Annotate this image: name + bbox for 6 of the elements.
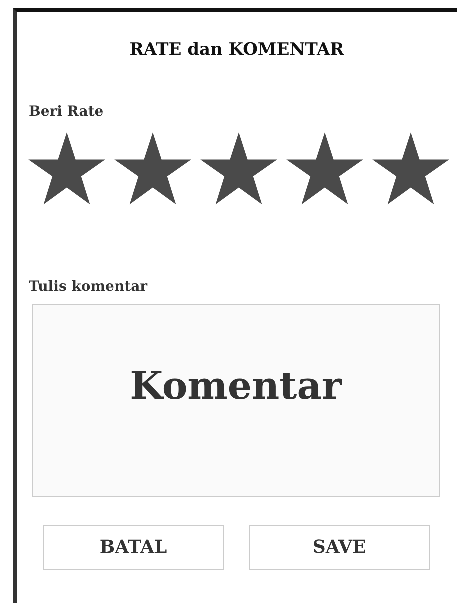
comment-label: Tulis komentar (29, 278, 149, 296)
screen-title: RATE dan KOMENTAR (128, 39, 346, 62)
action-button[interactable]: BATAL (43, 524, 224, 570)
action-button[interactable]: SAVE (249, 524, 430, 570)
comment-field[interactable]: Komentar (32, 304, 440, 496)
rating-label: Beri Rate (29, 102, 105, 122)
